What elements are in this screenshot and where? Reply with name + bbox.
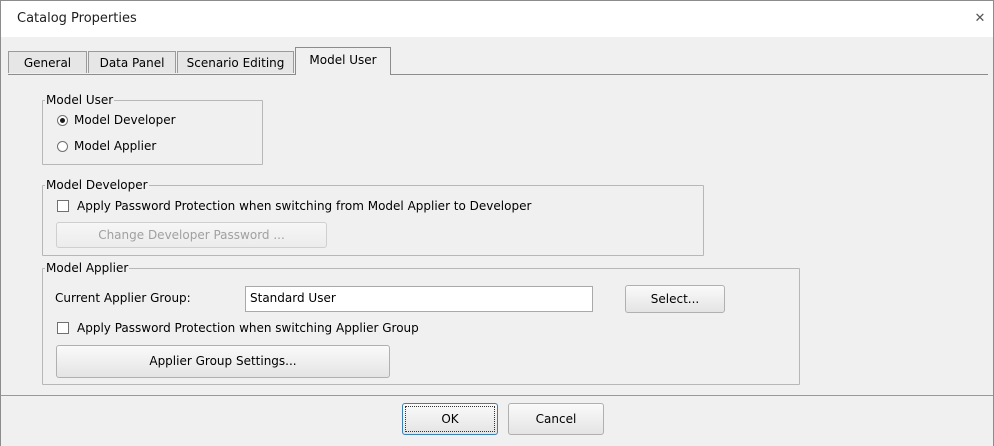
developer-password-protection-checkbox[interactable]: Apply Password Protection when switching…	[57, 199, 531, 213]
model-user-legend: Model User	[46, 93, 114, 107]
model-user-tab-panel: Model User Model Developer Model Applier…	[8, 74, 988, 395]
applier-group-settings-button[interactable]: Applier Group Settings...	[56, 345, 390, 378]
title-bar: Catalog Properties ✕	[1, 1, 993, 37]
developer-password-protection-label: Apply Password Protection when switching…	[77, 199, 532, 213]
cancel-button[interactable]: Cancel	[508, 403, 604, 435]
model-user-group: Model User	[42, 93, 263, 165]
change-developer-password-button[interactable]: Change Developer Password ...	[56, 222, 327, 248]
applier-password-protection-label: Apply Password Protection when switching…	[77, 321, 419, 335]
model-developer-legend: Model Developer	[46, 178, 148, 192]
current-applier-group-text: Current Applier Group:	[55, 291, 191, 305]
checkbox[interactable]	[57, 200, 69, 212]
model-applier-legend: Model Applier	[46, 261, 129, 275]
tab-scenario-editing[interactable]: Scenario Editing	[177, 51, 294, 73]
tab-general[interactable]: General	[8, 51, 87, 73]
current-applier-group-field[interactable]: Standard User	[245, 286, 593, 312]
tab-model-user[interactable]: Model User	[295, 47, 391, 75]
tab-data-panel[interactable]: Data Panel	[88, 51, 176, 73]
ok-button[interactable]: OK	[402, 403, 498, 435]
select-applier-group-button[interactable]: Select...	[625, 285, 725, 313]
applier-password-protection-checkbox[interactable]: Apply Password Protection when switching…	[57, 321, 419, 335]
radio-button[interactable]	[57, 140, 68, 152]
close-icon[interactable]: ✕	[969, 9, 991, 29]
radio-model-applier[interactable]: Model Applier	[57, 139, 156, 153]
dialog-title: Catalog Properties	[17, 11, 137, 26]
radio-model-developer-label: Model Developer	[74, 113, 176, 127]
catalog-properties-dialog: Catalog Properties ✕ General Data Panel …	[0, 0, 994, 446]
current-applier-group-label: Current Applier Group:	[55, 291, 191, 305]
radio-model-developer[interactable]: Model Developer	[57, 113, 176, 127]
dialog-footer: OK Cancel	[1, 395, 993, 446]
radio-button-selected[interactable]	[57, 114, 68, 126]
radio-model-applier-label: Model Applier	[74, 139, 157, 153]
checkbox[interactable]	[57, 322, 69, 334]
